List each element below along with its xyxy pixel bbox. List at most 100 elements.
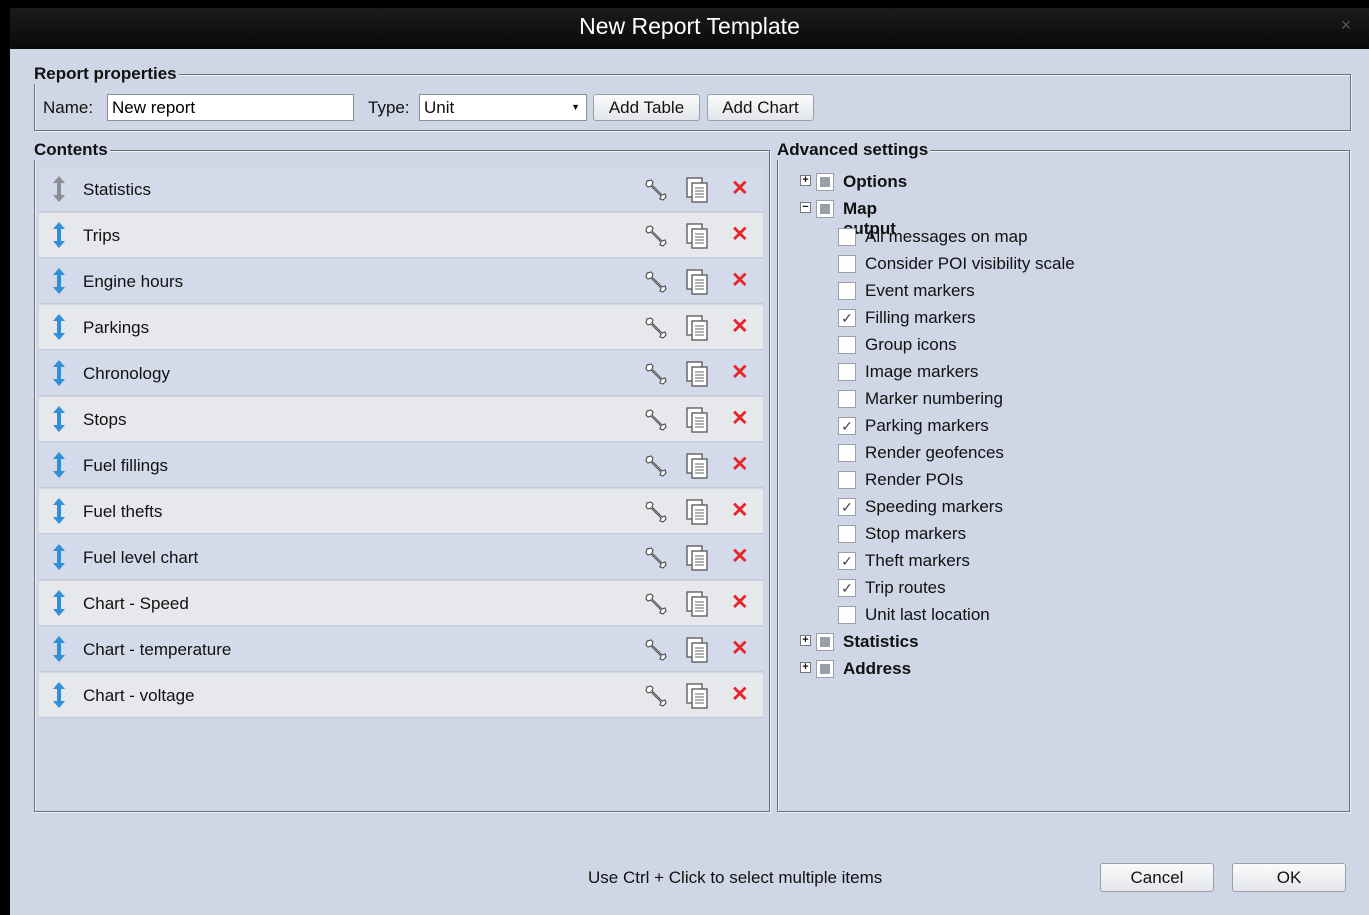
wrench-icon[interactable] xyxy=(644,454,668,478)
delete-icon[interactable]: ✕ xyxy=(731,407,749,431)
delete-icon[interactable]: ✕ xyxy=(731,683,749,707)
option-checkbox[interactable] xyxy=(838,363,856,381)
drag-handle-icon[interactable] xyxy=(51,268,67,294)
option-label: Trip routes xyxy=(865,578,946,597)
copy-icon[interactable] xyxy=(685,453,709,479)
content-item[interactable]: Chart - Speed ✕ xyxy=(39,581,763,626)
group-checkbox[interactable] xyxy=(816,200,834,218)
add-chart-button[interactable]: Add Chart xyxy=(707,94,814,121)
option-checkbox[interactable]: ✓ xyxy=(838,309,856,327)
drag-handle-icon[interactable] xyxy=(51,406,67,432)
option-checkbox[interactable]: ✓ xyxy=(838,498,856,516)
copy-icon[interactable] xyxy=(685,269,709,295)
content-item[interactable]: Chart - temperature ✕ xyxy=(39,627,763,672)
collapse-icon[interactable]: − xyxy=(800,202,811,213)
copy-icon[interactable] xyxy=(685,591,709,617)
wrench-icon[interactable] xyxy=(644,638,668,662)
copy-icon[interactable] xyxy=(685,315,709,341)
drag-handle-icon[interactable] xyxy=(51,452,67,478)
content-item[interactable]: Trips ✕ xyxy=(39,213,763,258)
wrench-icon[interactable] xyxy=(644,270,668,294)
group-checkbox[interactable] xyxy=(816,633,834,651)
delete-icon[interactable]: ✕ xyxy=(731,637,749,661)
wrench-icon[interactable] xyxy=(644,684,668,708)
wrench-icon[interactable] xyxy=(644,178,668,202)
option-label: Image markers xyxy=(865,362,979,381)
content-item[interactable]: Engine hours ✕ xyxy=(39,259,763,304)
advanced-settings-group: Advanced settings + Options − Map output… xyxy=(777,140,1350,812)
expand-icon[interactable]: + xyxy=(800,662,811,673)
option-checkbox[interactable]: ✓ xyxy=(838,579,856,597)
delete-icon[interactable]: ✕ xyxy=(731,545,749,569)
drag-handle-icon[interactable] xyxy=(51,544,67,570)
wrench-icon[interactable] xyxy=(644,500,668,524)
option-label: Unit last location xyxy=(865,605,990,624)
drag-handle-icon[interactable] xyxy=(51,636,67,662)
copy-icon[interactable] xyxy=(685,223,709,249)
copy-icon[interactable] xyxy=(685,545,709,571)
wrench-icon[interactable] xyxy=(644,362,668,386)
copy-icon[interactable] xyxy=(685,637,709,663)
option-checkbox[interactable] xyxy=(838,471,856,489)
copy-icon[interactable] xyxy=(685,361,709,387)
option-checkbox[interactable] xyxy=(838,525,856,543)
drag-handle-icon[interactable] xyxy=(51,682,67,708)
content-item[interactable]: Chronology ✕ xyxy=(39,351,763,396)
delete-icon[interactable]: ✕ xyxy=(731,315,749,339)
option-label: Speeding markers xyxy=(865,497,1003,516)
drag-handle-icon[interactable] xyxy=(51,222,67,248)
delete-icon[interactable]: ✕ xyxy=(731,361,749,385)
option-checkbox[interactable] xyxy=(838,390,856,408)
delete-icon[interactable]: ✕ xyxy=(731,223,749,247)
option-checkbox[interactable] xyxy=(838,336,856,354)
delete-icon[interactable]: ✕ xyxy=(731,591,749,615)
drag-handle-icon[interactable] xyxy=(51,360,67,386)
option-checkbox[interactable]: ✓ xyxy=(838,552,856,570)
copy-icon[interactable] xyxy=(685,177,709,203)
drag-handle-icon[interactable] xyxy=(51,314,67,340)
option-checkbox[interactable] xyxy=(838,228,856,246)
content-item[interactable]: Parkings ✕ xyxy=(39,305,763,350)
option-checkbox[interactable] xyxy=(838,606,856,624)
wrench-icon[interactable] xyxy=(644,546,668,570)
content-item[interactable]: Stops ✕ xyxy=(39,397,763,442)
delete-icon[interactable]: ✕ xyxy=(731,269,749,293)
expand-icon[interactable]: + xyxy=(800,635,811,646)
delete-icon[interactable]: ✕ xyxy=(731,499,749,523)
option-label: Render POIs xyxy=(865,470,964,489)
content-item[interactable]: Statistics ✕ xyxy=(39,167,763,212)
group-checkbox[interactable] xyxy=(816,660,834,678)
option-checkbox[interactable] xyxy=(838,282,856,300)
wrench-icon[interactable] xyxy=(644,316,668,340)
cancel-button[interactable]: Cancel xyxy=(1100,863,1214,892)
type-label: Type: xyxy=(368,98,410,117)
option-checkbox[interactable] xyxy=(838,255,856,273)
expand-icon[interactable]: + xyxy=(800,175,811,186)
copy-icon[interactable] xyxy=(685,407,709,433)
drag-handle-icon[interactable] xyxy=(51,590,67,616)
content-item[interactable]: Fuel level chart ✕ xyxy=(39,535,763,580)
type-select[interactable]: Unit ▼ xyxy=(419,94,587,121)
delete-icon[interactable]: ✕ xyxy=(731,453,749,477)
drag-handle-icon[interactable] xyxy=(51,176,67,202)
option-checkbox[interactable]: ✓ xyxy=(838,417,856,435)
add-table-button[interactable]: Add Table xyxy=(593,94,700,121)
copy-icon[interactable] xyxy=(685,499,709,525)
ok-button[interactable]: OK xyxy=(1232,863,1346,892)
wrench-icon[interactable] xyxy=(644,224,668,248)
drag-handle-icon[interactable] xyxy=(51,498,67,524)
contents-group: Contents Statistics ✕ Trips ✕ Engine hours ✕ P… xyxy=(34,140,770,812)
delete-icon[interactable]: ✕ xyxy=(731,177,749,201)
option-checkbox[interactable] xyxy=(838,444,856,462)
content-item[interactable]: Fuel fillings ✕ xyxy=(39,443,763,488)
content-item[interactable]: Chart - voltage ✕ xyxy=(39,673,763,718)
wrench-icon[interactable] xyxy=(644,592,668,616)
wrench-icon[interactable] xyxy=(644,408,668,432)
close-icon[interactable]: × xyxy=(1337,16,1355,34)
multi-select-hint: Use Ctrl + Click to select multiple item… xyxy=(588,868,883,887)
dialog-titlebar: New Report Template × xyxy=(10,8,1369,49)
name-input[interactable] xyxy=(107,94,354,121)
content-item[interactable]: Fuel thefts ✕ xyxy=(39,489,763,534)
group-checkbox[interactable] xyxy=(816,173,834,191)
copy-icon[interactable] xyxy=(685,683,709,709)
